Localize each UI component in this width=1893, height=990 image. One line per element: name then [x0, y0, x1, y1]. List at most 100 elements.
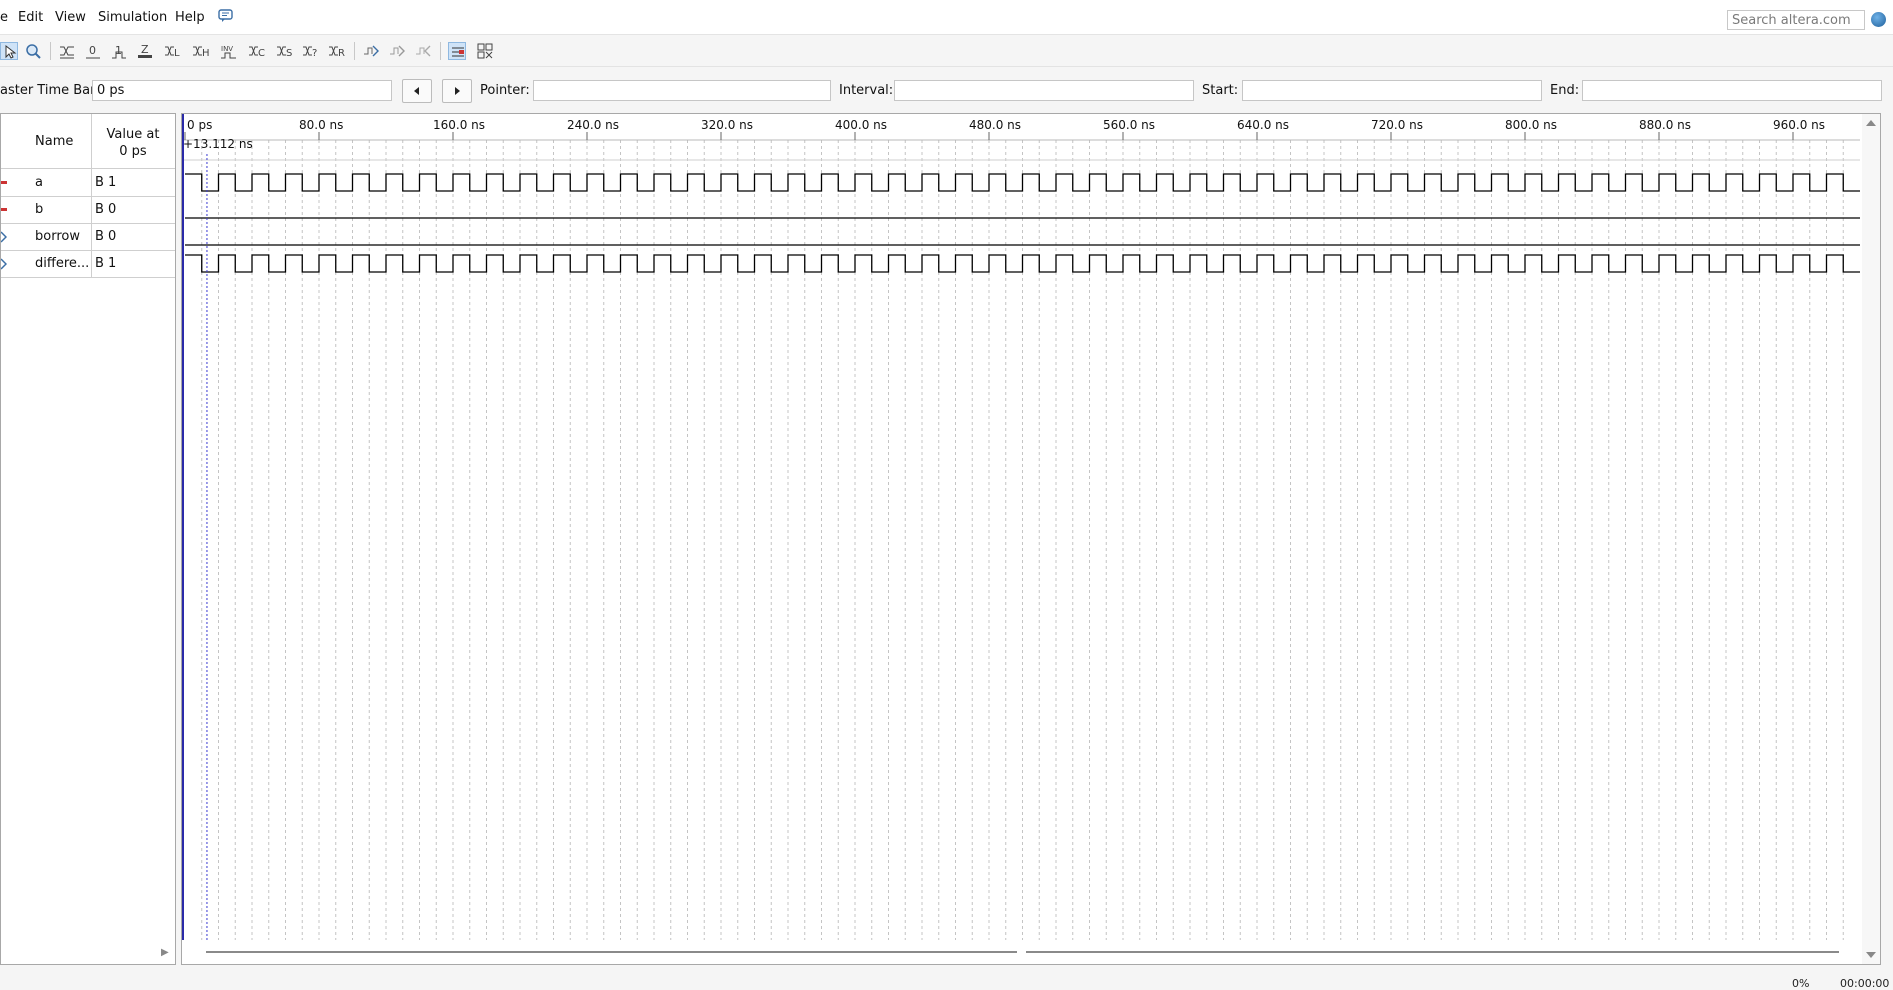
waveform-panel[interactable]: 0 ps 80.0 ns 160.0 ns 240.0 ns 320.0 ns 400.0…: [181, 113, 1881, 965]
value-header-line1: Value at: [106, 127, 160, 142]
forcing-weak-low-icon[interactable]: INV: [220, 42, 238, 60]
signal-value: B 1: [95, 175, 117, 190]
arrow-left-icon: [414, 87, 419, 95]
start-field[interactable]: [1242, 80, 1542, 101]
pointer-field[interactable]: [533, 80, 831, 101]
svg-text:INV: INV: [221, 45, 233, 53]
previous-transition-button[interactable]: [402, 79, 432, 103]
forcing-unknown-icon[interactable]: [58, 42, 76, 60]
progress-percent: 0%: [1792, 977, 1810, 990]
zoom-tool-icon[interactable]: [24, 42, 42, 60]
time-ruler: 0 ps 80.0 ns 160.0 ns 240.0 ns 320.0 ns 400.0…: [182, 114, 1880, 161]
feedback-icon[interactable]: [218, 9, 234, 26]
search-placeholder: Search altera.com: [1732, 13, 1851, 28]
waveform-difference: [185, 254, 1860, 273]
count-value-icon[interactable]: H: [192, 42, 210, 60]
menu-file[interactable]: e: [0, 10, 8, 25]
forcing-high-impedance-icon[interactable]: Z: [136, 42, 154, 60]
waveform-toolbar: 0 1 Z L H INV C S ? R: [0, 36, 1893, 67]
signal-name: differe...: [35, 256, 90, 271]
time-tick-label: 640.0 ns: [1237, 118, 1289, 132]
signal-row-b[interactable]: b B 0: [1, 196, 175, 224]
time-tick-label: 400.0 ns: [835, 118, 887, 132]
waveform-a: [185, 173, 1860, 192]
elapsed-time: 00:00:00: [1840, 977, 1890, 990]
signal-name: b: [35, 202, 44, 217]
svg-text:R: R: [338, 48, 345, 59]
find-transition-icon[interactable]: [448, 42, 466, 60]
time-tick-label: 320.0 ns: [701, 118, 753, 132]
time-tick-label: 0 ps: [187, 118, 212, 132]
grid-settings-icon[interactable]: [414, 42, 432, 60]
name-column-header[interactable]: Name: [35, 134, 73, 149]
time-tick-label: 960.0 ns: [1773, 118, 1825, 132]
cursor-time-label: +13.112 ns: [183, 137, 253, 151]
time-tick-label: 480.0 ns: [969, 118, 1021, 132]
signal-name: borrow: [35, 229, 80, 244]
signal-value: B 0: [95, 229, 117, 244]
svg-text:H: H: [202, 48, 210, 59]
time-tick-label: 720.0 ns: [1371, 118, 1423, 132]
selection-tool-icon[interactable]: [0, 42, 18, 60]
svg-text:?: ?: [312, 48, 317, 59]
toolbar-separator: [440, 42, 441, 60]
master-time-bar-field[interactable]: 0 ps: [92, 80, 392, 101]
scrollbars[interactable]: [206, 114, 1880, 964]
input-pin-icon: [1, 208, 7, 211]
pointer-label: Pointer:: [480, 83, 530, 98]
time-tick-label: 800.0 ns: [1505, 118, 1557, 132]
toolbar-separator: [354, 42, 355, 60]
random-values-icon[interactable]: ?: [302, 42, 320, 60]
time-bar: aster Time Bar: 0 ps Pointer: Interval: …: [0, 76, 1893, 106]
signal-list-panel: Name Value at 0 ps a B 1 b B 0 borrow B …: [0, 113, 176, 965]
value-column-header[interactable]: Value at 0 ps: [93, 126, 173, 160]
output-pin-icon: [1, 231, 7, 243]
svg-text:0: 0: [89, 44, 96, 57]
group-bus-icon[interactable]: [476, 42, 494, 60]
search-input[interactable]: Search altera.com: [1727, 10, 1865, 30]
menu-view[interactable]: View: [55, 10, 86, 25]
svg-text:S: S: [286, 48, 292, 59]
signal-table-header: Name Value at 0 ps: [1, 114, 175, 169]
time-tick-label: 80.0 ns: [299, 118, 343, 132]
overwrite-clock-icon[interactable]: S: [276, 42, 294, 60]
menu-edit[interactable]: Edit: [18, 10, 43, 25]
end-label: End:: [1550, 83, 1580, 98]
menu-help[interactable]: Help: [175, 10, 205, 25]
forcing-low-icon[interactable]: 0: [84, 42, 102, 60]
input-pin-icon: [1, 181, 7, 184]
interval-label: Interval:: [839, 83, 894, 98]
signal-row-difference[interactable]: differe... B 1: [1, 250, 175, 278]
arbitrary-value-icon[interactable]: [362, 42, 380, 60]
status-bar: 0% 00:00:00: [0, 968, 1893, 990]
next-transition-button[interactable]: [442, 79, 472, 103]
forcing-high-icon[interactable]: 1: [110, 42, 128, 60]
signal-value: B 1: [95, 256, 117, 271]
end-field[interactable]: [1582, 80, 1882, 101]
menu-bar: e Edit View Simulation Help Search alter…: [0, 0, 1893, 35]
interval-field[interactable]: [894, 80, 1194, 101]
invert-icon[interactable]: L: [164, 42, 182, 60]
toolbar-separator: [50, 42, 51, 60]
start-label: Start:: [1202, 83, 1239, 98]
forcing-dont-care-icon[interactable]: R: [328, 42, 346, 60]
waveforms: [185, 173, 1860, 273]
vertical-scrollbar: [1862, 114, 1880, 964]
svg-text:C: C: [258, 48, 265, 59]
forcing-weak-high-icon[interactable]: C: [248, 42, 266, 60]
scroll-right-arrow-icon[interactable]: ▶: [161, 947, 169, 958]
time-tick-label: 880.0 ns: [1639, 118, 1691, 132]
signal-row-a[interactable]: a B 1: [1, 169, 175, 197]
snap-to-grid-icon[interactable]: [388, 42, 406, 60]
signal-row-borrow[interactable]: borrow B 0: [1, 223, 175, 251]
time-cursor[interactable]: +13.112 ns: [182, 114, 253, 940]
globe-icon[interactable]: [1871, 12, 1886, 27]
time-tick-label: 240.0 ns: [567, 118, 619, 132]
output-pin-icon: [1, 258, 7, 270]
signal-value: B 0: [95, 202, 117, 217]
menu-simulation[interactable]: Simulation: [98, 10, 167, 25]
time-tick-label: 160.0 ns: [433, 118, 485, 132]
value-header-line2: 0 ps: [119, 144, 147, 159]
master-time-bar-label: aster Time Bar:: [0, 83, 100, 98]
waveform-canvas[interactable]: 0 ps 80.0 ns 160.0 ns 240.0 ns 320.0 ns 400.0…: [182, 114, 1881, 965]
